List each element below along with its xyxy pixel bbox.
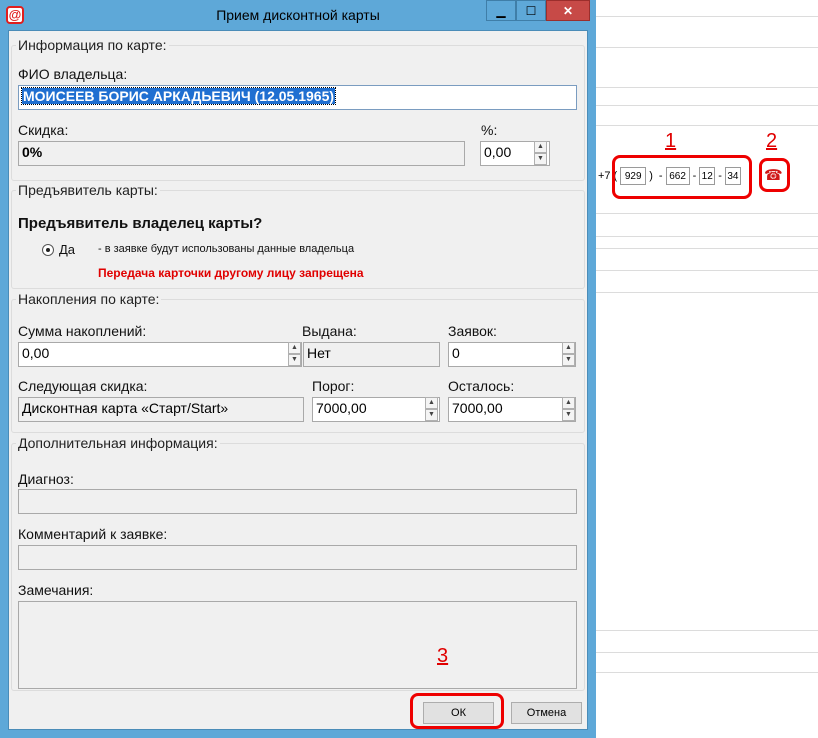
comment-label: Комментарий к заявке: (18, 526, 168, 542)
spin-up-icon[interactable]: ▲ (425, 397, 438, 409)
bg-divider (596, 87, 818, 88)
cancel-button[interactable]: Отмена (511, 702, 582, 724)
bg-divider (596, 105, 818, 106)
diagnosis-field[interactable] (18, 489, 577, 514)
spin-up-icon[interactable]: ▲ (534, 141, 547, 153)
requests-input[interactable]: 0 (448, 342, 576, 367)
discount-label: Скидка: (18, 122, 69, 138)
bg-divider (596, 652, 818, 653)
discount-field[interactable]: 0% (18, 141, 465, 166)
phone-country-code: +7 (598, 170, 611, 182)
card-info-legend: Информация по карте: (18, 37, 167, 53)
requests-label: Заявок: (448, 323, 497, 339)
spin-down-icon[interactable]: ▼ (425, 409, 438, 421)
requests-spinner[interactable]: ▲ ▼ (562, 342, 575, 367)
next-discount-label: Следующая скидка: (18, 378, 148, 394)
accumulated-sum-label: Сумма накоплений: (18, 323, 147, 339)
owner-name-field[interactable]: МОИСЕЕВ БОРИС АРКАДЬЕВИЧ (12.05.1965) (18, 85, 577, 110)
diagnosis-label: Диагноз: (18, 471, 74, 487)
issued-label: Выдана: (302, 323, 357, 339)
notes-label: Замечания: (18, 582, 94, 598)
remaining-label: Осталось: (448, 378, 515, 394)
spin-down-icon[interactable]: ▼ (534, 153, 547, 165)
remaining-spinner[interactable]: ▲ ▼ (562, 397, 575, 422)
annotation-number-1: 1 (665, 130, 677, 152)
owner-name-selected-text: МОИСЕЕВ БОРИС АРКАДЬЕВИЧ (12.05.1965) (20, 87, 337, 105)
minimize-button[interactable]: ▁ (486, 0, 516, 21)
bg-divider (596, 213, 818, 214)
notes-textarea[interactable] (18, 601, 577, 689)
bg-divider (596, 236, 818, 237)
bg-divider (596, 292, 818, 293)
annotation-number-3: 3 (437, 645, 449, 667)
presenter-yes-label[interactable]: Да (59, 242, 75, 257)
discount-card-dialog: @ Прием дисконтной карты ▁ ☐ ✕ Информаци… (0, 0, 596, 738)
comment-field[interactable] (18, 545, 577, 570)
bg-divider (596, 125, 818, 126)
background-app-panel: +7 ( 929 ) - 662 - 12 - 34 ☎ (595, 0, 818, 738)
spin-down-icon[interactable]: ▼ (562, 354, 575, 366)
spin-up-icon[interactable]: ▲ (562, 397, 575, 409)
bg-divider (596, 270, 818, 271)
annotation-box-3 (410, 693, 504, 729)
owner-label: ФИО владельца: (18, 66, 128, 82)
close-button[interactable]: ✕ (546, 0, 590, 21)
accumulated-sum-input[interactable]: 0,00 (18, 342, 302, 367)
title-bar[interactable]: @ Прием дисконтной карты ▁ ☐ ✕ (0, 0, 596, 30)
presenter-yes-note: - в заявке будут использованы данные вла… (98, 243, 355, 255)
spin-up-icon[interactable]: ▲ (288, 342, 301, 354)
maximize-button[interactable]: ☐ (516, 0, 546, 21)
transfer-warning: Передача карточки другому лицу запрещена (98, 266, 364, 280)
presenter-question: Предъявитель владелец карты? (18, 215, 263, 232)
bg-divider (596, 47, 818, 48)
bg-divider (596, 16, 818, 17)
bg-divider (596, 630, 818, 631)
dialog-client-area: Информация по карте: ФИО владельца: МОИС… (8, 30, 588, 730)
percent-spinner[interactable]: ▲ ▼ (534, 141, 547, 166)
threshold-spinner[interactable]: ▲ ▼ (425, 397, 438, 422)
annotation-box-2 (759, 158, 790, 192)
bg-divider (596, 672, 818, 673)
spin-up-icon[interactable]: ▲ (562, 342, 575, 354)
bg-divider (596, 248, 818, 249)
threshold-input[interactable]: 7000,00 (312, 397, 440, 422)
remaining-input[interactable]: 7000,00 (448, 397, 576, 422)
presenter-yes-radio[interactable] (42, 244, 54, 256)
spin-down-icon[interactable]: ▼ (562, 409, 575, 421)
issued-field: Нет (303, 342, 440, 367)
extra-info-legend: Дополнительная информация: (18, 435, 218, 451)
accumulated-sum-spinner[interactable]: ▲ ▼ (288, 342, 301, 367)
annotation-box-1 (612, 155, 752, 199)
accumulation-legend: Накопления по карте: (18, 291, 160, 307)
percent-label: %: (481, 122, 498, 138)
spin-down-icon[interactable]: ▼ (288, 354, 301, 366)
next-discount-field: Дисконтная карта «Старт/Start» (18, 397, 304, 422)
threshold-label: Порог: (312, 378, 355, 394)
presenter-legend: Предъявитель карты: (18, 182, 158, 198)
annotation-number-2: 2 (766, 130, 778, 152)
